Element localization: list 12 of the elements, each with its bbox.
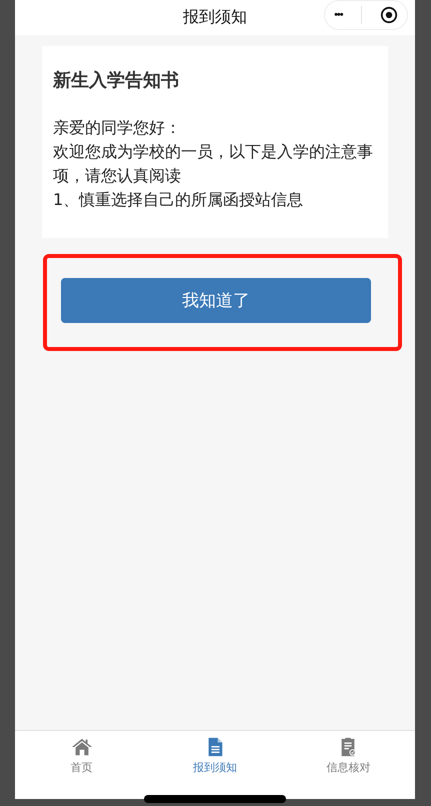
page-title: 报到须知 xyxy=(183,7,247,28)
house-icon xyxy=(70,737,93,757)
notice-text: 欢迎您成为学校的一员，以下是入学的注意事项，请您认真阅读 xyxy=(53,141,374,187)
more-button[interactable]: ••• xyxy=(334,9,343,21)
notice-text: 1、慎重选择自己的所属函授站信息 xyxy=(53,189,304,211)
tab-item[interactable]: 报到须知 xyxy=(148,731,282,775)
confirm-button[interactable]: 我知道了 xyxy=(61,278,371,323)
notice-text: 亲爱的同学您好： xyxy=(53,117,182,139)
notice-title: 新生入学告知书 xyxy=(53,69,180,92)
tab-item[interactable]: 首页 xyxy=(15,731,148,775)
tab-item[interactable]: 信息核对 xyxy=(282,731,415,775)
close-icon[interactable] xyxy=(380,6,398,24)
